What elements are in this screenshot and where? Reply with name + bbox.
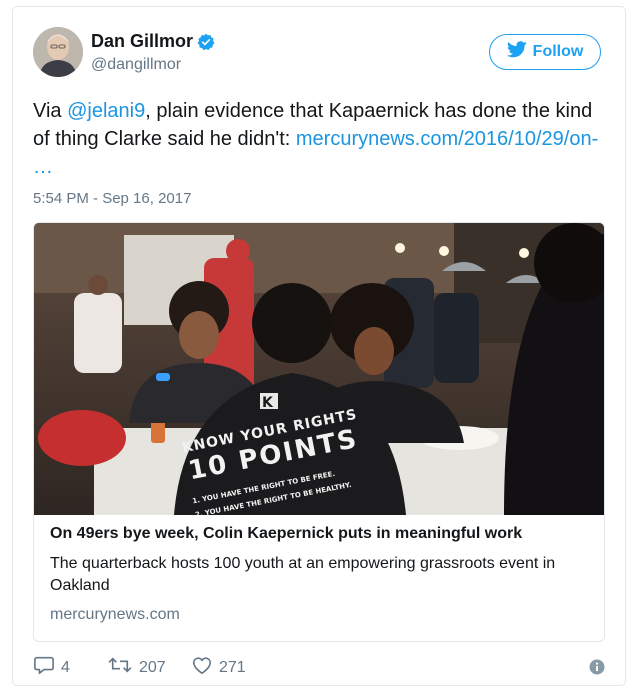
like-button[interactable]: 271 [191,655,246,680]
like-count: 271 [219,658,246,676]
tweet-text-prefix: Via [33,100,68,122]
author-name[interactable]: Dan Gillmor [91,31,215,52]
retweet-button[interactable]: 207 [107,655,166,680]
person-portrait [33,27,83,77]
mention-link[interactable]: @jelani9 [67,100,145,122]
link-title: On 49ers bye week, Colin Kaepernick puts… [50,525,523,542]
article-link-ellipsis[interactable]: … [33,156,53,178]
tweet-card: Dan Gillmor @dangillmor Follow Via @jela… [12,6,626,686]
info-icon[interactable] [589,659,605,680]
tweet-timestamp[interactable]: 5:54 PM - Sep 16, 2017 [33,190,191,207]
author-handle[interactable]: @dangillmor [91,56,181,74]
heart-icon [191,655,213,680]
tweet-text: Via @jelani9, plain evidence that Kapaer… [33,97,613,181]
link-description: The quarterback hosts 100 youth at an em… [50,555,556,594]
follow-button-label: Follow [532,43,584,60]
author-name-text: Dan Gillmor [91,31,194,51]
retweet-icon [107,655,133,680]
reply-count: 4 [61,658,70,676]
verified-badge-icon [197,33,215,51]
avatar[interactable] [33,27,83,77]
retweet-count: 207 [139,658,166,676]
twitter-bird-icon [506,41,527,63]
reply-icon [33,655,55,680]
svg-text:K: K [262,395,274,411]
follow-button[interactable]: Follow [489,34,601,70]
link-domain: mercurynews.com [50,606,180,623]
article-link[interactable]: mercurynews.com/2016/10/29/on- [296,128,598,150]
article-photo: K KNOW YOUR RIGHTS 10 POINTS 1. YOU HAVE… [34,223,604,515]
reply-button[interactable]: 4 [33,655,70,680]
link-preview-card[interactable]: K KNOW YOUR RIGHTS 10 POINTS 1. YOU HAVE… [33,222,605,642]
tweet-actions: 4 207 271 [33,655,605,679]
